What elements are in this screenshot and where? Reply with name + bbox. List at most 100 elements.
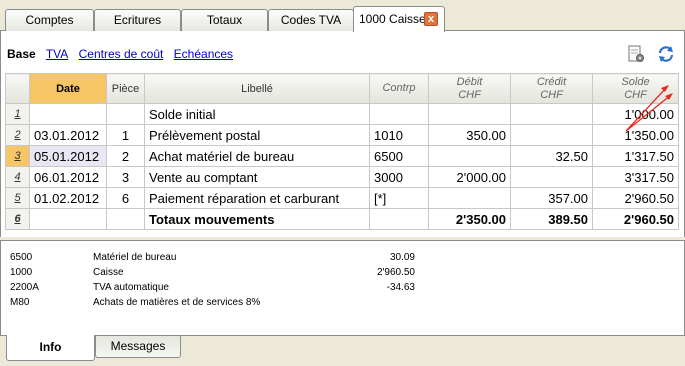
cell-date[interactable]: 06.01.2012 <box>29 166 107 188</box>
info-amount: 2'960.50 <box>376 267 415 278</box>
cell-credit[interactable] <box>510 103 593 125</box>
cell-date[interactable] <box>29 103 107 125</box>
row-number[interactable]: 1 <box>5 103 30 125</box>
cell-piece[interactable]: 3 <box>106 166 145 188</box>
column-header-libelle[interactable]: Libellé <box>144 73 370 104</box>
info-amount: -34.63 <box>386 282 415 293</box>
cell-libelle[interactable]: Paiement réparation et carburant <box>144 187 370 209</box>
view-tva[interactable]: TVA <box>46 47 68 61</box>
cell-credit[interactable] <box>510 124 593 146</box>
cell-solde[interactable]: 1'317.50 <box>592 145 679 167</box>
cell-credit[interactable]: 32.50 <box>510 145 593 167</box>
cell-piece[interactable]: 1 <box>106 124 145 146</box>
header-unit: CHF <box>624 88 647 101</box>
cell-credit[interactable]: 389.50 <box>510 208 593 230</box>
cell-solde[interactable]: 2'960.50 <box>592 187 679 209</box>
cell-solde[interactable]: 3'317.50 <box>592 166 679 188</box>
cell-credit[interactable]: 357.00 <box>510 187 593 209</box>
cell-debit[interactable] <box>428 103 511 125</box>
cell-contrp[interactable]: 6500 <box>369 145 429 167</box>
cell-contrp[interactable] <box>369 103 429 125</box>
info-account: M80 <box>10 297 30 308</box>
tab-messages[interactable]: Messages <box>95 336 181 358</box>
tab-label: Info <box>39 340 62 354</box>
tab-codes-tva[interactable]: Codes TVA <box>268 9 354 31</box>
view-echeances[interactable]: Echéances <box>174 47 233 61</box>
row-number[interactable]: 2 <box>5 124 30 146</box>
info-account: 1000 <box>10 267 33 278</box>
column-header-piece[interactable]: Pièce <box>106 73 145 104</box>
cell-date[interactable] <box>29 208 107 230</box>
view-base[interactable]: Base <box>7 47 36 61</box>
cell-debit[interactable]: 2'350.00 <box>428 208 511 230</box>
cell-contrp[interactable]: 1010 <box>369 124 429 146</box>
table-row: 3 05.01.2012 2 Achat matériel de bureau … <box>5 145 679 167</box>
tab-label: 1000 Caisse <box>359 12 426 26</box>
header-unit: CHF <box>458 88 481 101</box>
header-text: Débit <box>456 75 483 88</box>
cell-libelle[interactable]: Achat matériel de bureau <box>144 145 370 167</box>
tab-totaux[interactable]: Totaux <box>181 9 268 31</box>
account-card-panel: Base TVA Centres de coût Echéances Date … <box>0 31 685 237</box>
cell-date[interactable]: 05.01.2012 <box>29 145 107 167</box>
account-card-table: Date Pièce Libellé Contrp Débit CHF Crédi… <box>5 73 679 230</box>
row-number-header <box>5 73 30 104</box>
header-row: Date Pièce Libellé Contrp Débit CHF Crédi… <box>5 73 679 104</box>
tab-1000-caisse[interactable]: 1000 Caisse x <box>353 6 445 32</box>
column-header-contrp[interactable]: Contrp <box>369 73 429 104</box>
info-account: 6500 <box>10 252 33 263</box>
totals-row: 6 Totaux mouvements 2'350.00 389.50 2'96… <box>5 208 679 230</box>
row-number[interactable]: 3 <box>5 145 30 167</box>
cell-contrp[interactable] <box>369 208 429 230</box>
column-header-solde[interactable]: Solde CHF <box>592 73 679 104</box>
tab-comptes[interactable]: Comptes <box>5 9 94 31</box>
info-panel: 6500 Matériel de bureau 30.09 1000 Caiss… <box>0 240 685 336</box>
cell-debit[interactable] <box>428 187 511 209</box>
recalculate-icon[interactable] <box>656 44 676 64</box>
cell-solde[interactable]: 1'000.00 <box>592 103 679 125</box>
cell-solde[interactable]: 1'350.00 <box>592 124 679 146</box>
cell-libelle[interactable]: Totaux mouvements <box>144 208 370 230</box>
cell-piece[interactable]: 6 <box>106 187 145 209</box>
view-selector: Base TVA Centres de coût Echéances <box>7 47 240 61</box>
cell-credit[interactable] <box>510 166 593 188</box>
table-row: 1 Solde initial 1'000.00 <box>5 103 679 125</box>
info-description: Achats de matières et de services 8% <box>93 297 261 308</box>
cell-debit[interactable]: 2'000.00 <box>428 166 511 188</box>
cell-date[interactable]: 01.02.2012 <box>29 187 107 209</box>
tab-ecritures[interactable]: Ecritures <box>94 9 181 31</box>
header-unit: CHF <box>540 88 563 101</box>
column-header-date[interactable]: Date <box>29 73 107 104</box>
cell-piece[interactable]: 2 <box>106 145 145 167</box>
row-number[interactable]: 4 <box>5 166 30 188</box>
cell-solde[interactable]: 2'960.50 <box>592 208 679 230</box>
bottom-tabs: Info Messages <box>0 335 685 366</box>
row-number[interactable]: 6 <box>5 208 30 230</box>
document-tabs: Comptes Ecritures Totaux Codes TVA 1000 … <box>0 0 685 32</box>
cell-libelle[interactable]: Solde initial <box>144 103 370 125</box>
cell-libelle[interactable]: Prélèvement postal <box>144 124 370 146</box>
close-tab-icon[interactable]: x <box>424 12 438 26</box>
document-gear-icon[interactable] <box>626 44 646 64</box>
tab-label: Totaux <box>206 13 243 27</box>
cell-debit[interactable]: 350.00 <box>428 124 511 146</box>
cell-piece[interactable] <box>106 208 145 230</box>
view-centres-de-cout[interactable]: Centres de coût <box>79 47 164 61</box>
cell-libelle[interactable]: Vente au comptant <box>144 166 370 188</box>
tab-label: Codes TVA <box>280 13 342 27</box>
table-row: 4 06.01.2012 3 Vente au comptant 3000 2'… <box>5 166 679 188</box>
column-header-debit[interactable]: Débit CHF <box>428 73 511 104</box>
table-row: 5 01.02.2012 6 Paiement réparation et ca… <box>5 187 679 209</box>
cell-contrp[interactable]: 3000 <box>369 166 429 188</box>
cell-contrp[interactable]: [*] <box>369 187 429 209</box>
row-number[interactable]: 5 <box>5 187 30 209</box>
cell-debit[interactable] <box>428 145 511 167</box>
tab-info[interactable]: Info <box>6 335 95 361</box>
table-row: 2 03.01.2012 1 Prélèvement postal 1010 3… <box>5 124 679 146</box>
tab-label: Comptes <box>25 13 74 27</box>
cell-date[interactable]: 03.01.2012 <box>29 124 107 146</box>
cell-piece[interactable] <box>106 103 145 125</box>
tab-label: Messages <box>110 339 166 353</box>
column-header-credit[interactable]: Crédit CHF <box>510 73 593 104</box>
tab-label: Ecritures <box>113 13 162 27</box>
